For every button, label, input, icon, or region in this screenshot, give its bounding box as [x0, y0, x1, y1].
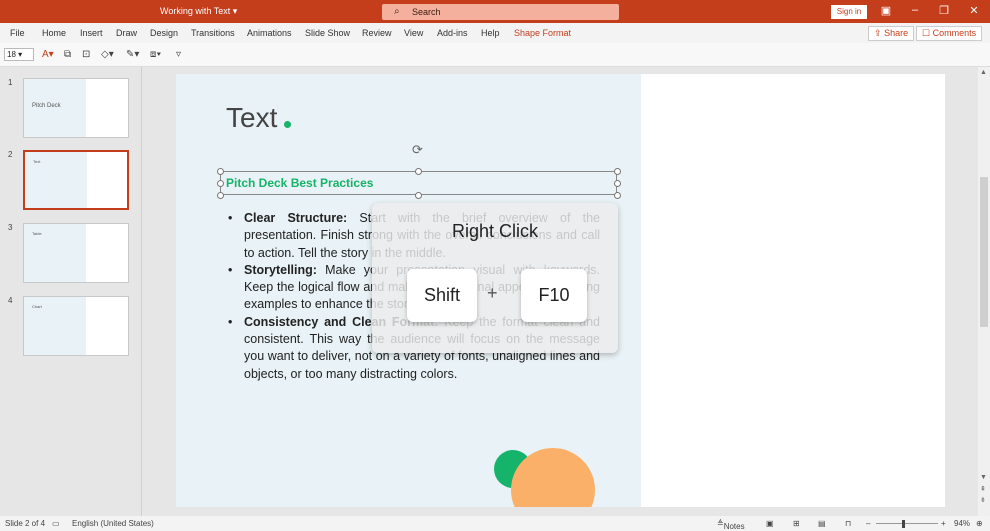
customize-toolbar-icon[interactable]: ▿	[176, 49, 181, 60]
resize-handle[interactable]	[415, 168, 422, 175]
f10-key: F10	[521, 269, 587, 322]
share-button[interactable]: ⇪ Share	[868, 26, 915, 41]
scroll-up-icon[interactable]: ▲	[980, 69, 987, 76]
resize-handle[interactable]	[415, 192, 422, 199]
font-size-select[interactable]: 18 ▾	[4, 48, 34, 61]
search-icon: ⌕	[394, 6, 400, 17]
resize-handle[interactable]	[614, 192, 621, 199]
shift-key: Shift	[407, 269, 477, 322]
search-box[interactable]: ⌕ Search	[382, 4, 619, 20]
slide-heading[interactable]: Pitch Deck Best Practices	[226, 176, 373, 190]
ribbon-display-icon[interactable]: ▣	[878, 4, 894, 17]
document-title[interactable]: Working with Text ▾	[160, 6, 237, 17]
font-size-value: 18	[7, 50, 16, 59]
minimize-icon[interactable]: –	[907, 4, 923, 16]
accessibility-icon[interactable]: ▭	[52, 519, 60, 528]
tab-animations[interactable]: Animations	[247, 28, 292, 38]
tab-transitions[interactable]: Transitions	[191, 28, 235, 38]
status-bar: Slide 2 of 4 ▭ English (United States) ≜…	[0, 516, 990, 531]
title-bar: Working with Text ▾ ⌕ Search Sign in ▣ –…	[0, 0, 990, 23]
ribbon-toolbar: 18 ▾ A▾ ⧉ ⊡ ◇▾ ✎▾ ⧈▾ ▿	[0, 43, 990, 67]
bullet-term: Storytelling:	[244, 262, 317, 277]
slideshow-icon[interactable]: ⊓	[845, 519, 851, 528]
font-color-icon[interactable]: A▾	[42, 49, 54, 60]
sign-in-button[interactable]: Sign in	[831, 5, 867, 19]
thumb-number: 3	[8, 223, 13, 232]
thumb-label: Pitch Deck	[32, 103, 61, 109]
language-indicator[interactable]: English (United States)	[72, 519, 154, 528]
select-icon[interactable]: ⊡	[82, 49, 90, 60]
close-icon[interactable]: ✕	[966, 4, 982, 17]
next-slide-icon[interactable]: ⇟	[980, 496, 986, 504]
notes-label: Notes	[723, 522, 745, 531]
bullet-term: Clear Structure:	[244, 211, 348, 225]
tab-view[interactable]: View	[404, 28, 423, 38]
thumb-number: 1	[8, 78, 13, 87]
thumb-label: Text	[33, 159, 41, 164]
copy-format-icon[interactable]: ⧉	[64, 49, 71, 60]
comment-icon: ☐	[922, 28, 931, 38]
zoom-level[interactable]: 94%	[954, 519, 970, 528]
previous-slide-icon[interactable]: ⇞	[980, 485, 986, 493]
tab-home[interactable]: Home	[42, 28, 66, 38]
resize-handle[interactable]	[614, 180, 621, 187]
fit-to-window-icon[interactable]: ⊕	[976, 519, 983, 528]
tab-shape-format[interactable]: Shape Format	[514, 28, 571, 38]
tab-file[interactable]: File	[10, 28, 25, 38]
notes-button[interactable]: ≜ Notes	[717, 519, 745, 531]
tab-insert[interactable]: Insert	[80, 28, 103, 38]
tab-design[interactable]: Design	[150, 28, 178, 38]
resize-handle[interactable]	[614, 168, 621, 175]
scroll-down-icon[interactable]: ▼	[980, 474, 987, 481]
shortcut-caption: Right Click	[451, 221, 539, 241]
tab-slide-show[interactable]: Slide Show	[305, 28, 350, 38]
tab-help[interactable]: Help	[481, 28, 500, 38]
shape-fill-icon[interactable]: ◇▾	[101, 49, 114, 60]
resize-handle[interactable]	[217, 168, 224, 175]
arrange-icon[interactable]: ⧈▾	[150, 49, 161, 60]
zoom-in-icon[interactable]: +	[941, 519, 946, 528]
plus-sign: +	[487, 283, 498, 303]
thumb-number: 4	[8, 296, 13, 305]
vertical-scrollbar[interactable]: ▲ ▼ ⇞ ⇟	[978, 67, 990, 516]
comments-label: Comments	[932, 28, 977, 38]
zoom-out-icon[interactable]: –	[866, 519, 870, 528]
slide-thumbnail-3[interactable]: Table	[23, 223, 129, 283]
slide-sorter-icon[interactable]: ⊞	[793, 519, 800, 528]
scroll-thumb[interactable]	[980, 177, 988, 327]
thumb-number: 2	[8, 150, 13, 159]
zoom-slider-thumb[interactable]	[902, 520, 905, 528]
tab-add-ins[interactable]: Add-ins	[437, 28, 468, 38]
comments-button[interactable]: ☐ Comments	[916, 26, 983, 41]
thumb-label: Table	[32, 231, 42, 236]
title-dot	[284, 121, 291, 128]
slide-thumbnail-2[interactable]: Text	[23, 150, 129, 210]
share-label: Share	[884, 28, 909, 38]
slide-thumbnail-4[interactable]: Chart	[23, 296, 129, 356]
shape-outline-icon[interactable]: ✎▾	[126, 49, 139, 60]
slide-counter: Slide 2 of 4	[5, 519, 46, 528]
slide-title[interactable]: Text	[226, 102, 277, 134]
resize-handle[interactable]	[217, 192, 224, 199]
rotate-handle-icon[interactable]: ⟳	[412, 142, 423, 158]
tab-review[interactable]: Review	[362, 28, 392, 38]
normal-view-icon[interactable]: ▣	[766, 519, 774, 528]
search-placeholder: Search	[412, 7, 441, 17]
share-icon: ⇪	[874, 28, 882, 38]
shortcut-overlay: Right Click Shift + F10	[372, 203, 618, 353]
thumb-label: Chart	[32, 304, 42, 309]
slide-thumbnail-1[interactable]: Pitch Deck	[23, 78, 129, 138]
restore-icon[interactable]: ❐	[936, 4, 952, 17]
zoom-slider[interactable]	[876, 523, 938, 524]
tab-draw[interactable]: Draw	[116, 28, 137, 38]
resize-handle[interactable]	[217, 180, 224, 187]
slide-thumbnail-pane: 1 Pitch Deck 2 Text 3 Table 4 Chart	[0, 67, 142, 516]
reading-view-icon[interactable]: ▤	[818, 519, 826, 528]
menu-bar: File Home Insert Draw Design Transitions…	[0, 23, 990, 43]
